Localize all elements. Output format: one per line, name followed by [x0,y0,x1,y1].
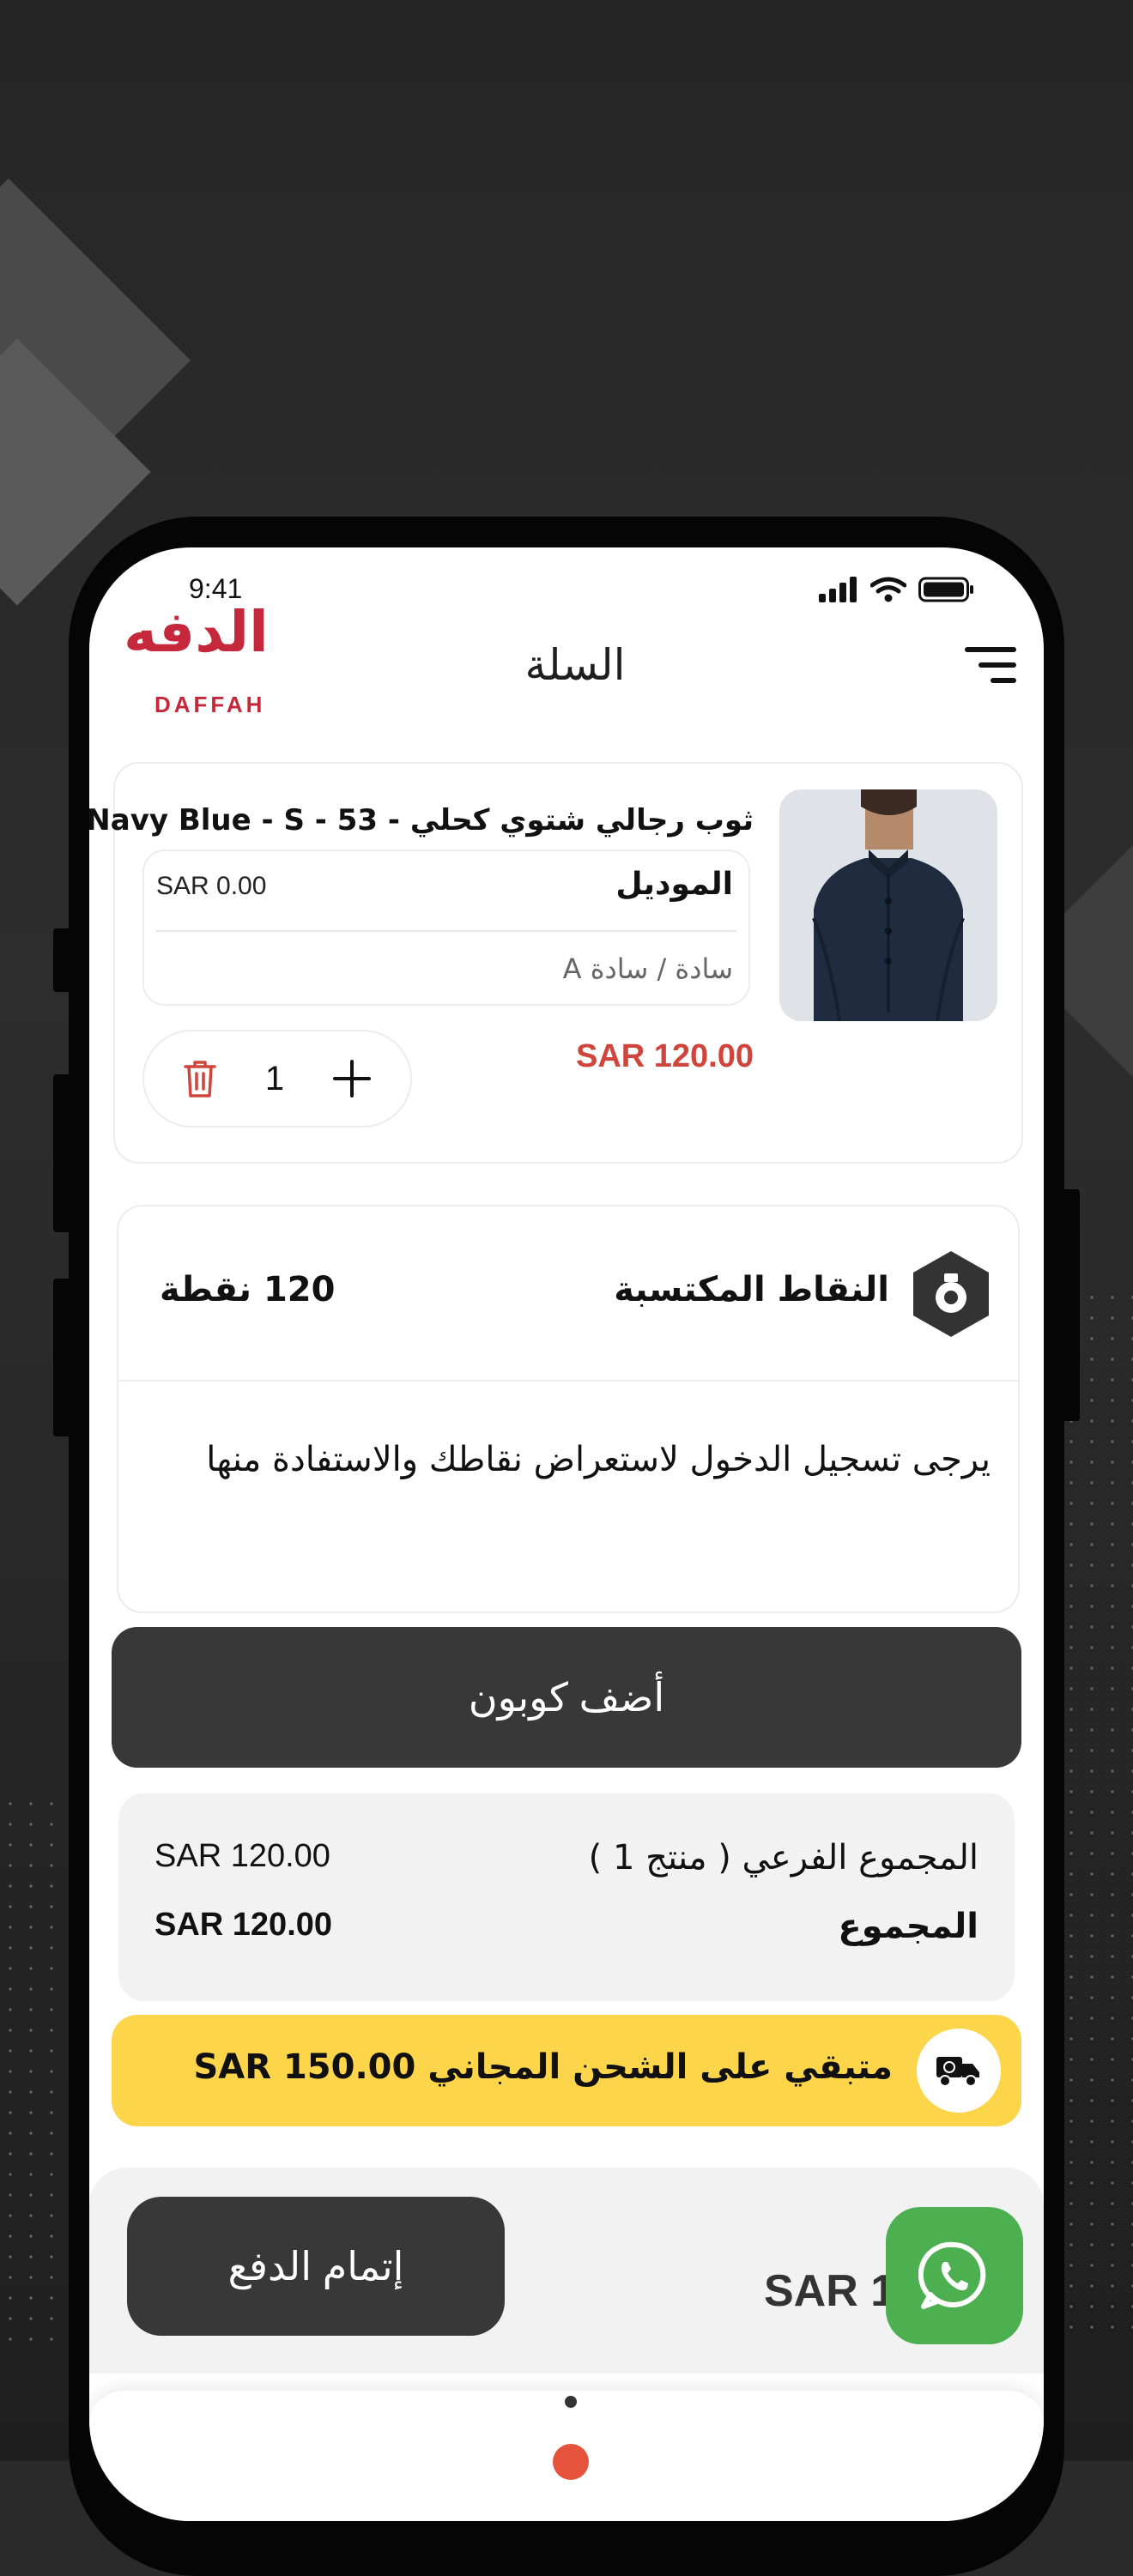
variant-label: الموديل [615,867,733,902]
subtotal-row: المجموع الفرعي ( منتج 1 ) SAR 120.00 [154,1838,978,1878]
free-shipping-text: متبقي على الشحن المجاني SAR 150.00 [193,2047,893,2087]
variant-value: سادة / سادة A [562,952,733,985]
points-title: النقاط المكتسبة [614,1270,889,1309]
thobe-figure-icon [779,789,997,1021]
free-shipping-banner: متبقي على الشحن المجاني SAR 150.00 [112,2015,1021,2126]
checkout-button[interactable]: إتمام الدفع [127,2197,505,2336]
subtotal-value: SAR 120.00 [154,1838,330,1874]
points-card: النقاط المكتسبة 120 نقطة يرجى تسجيل الدخ… [117,1205,1020,1613]
plus-icon[interactable] [331,1058,373,1099]
bg-dots-left [0,1793,69,2343]
battery-icon [918,577,973,602]
quantity-stepper: 1 [142,1030,412,1128]
page-title: السلة [524,640,626,690]
totals-summary: المجموع الفرعي ( منتج 1 ) SAR 120.00 الم… [118,1793,1015,2001]
variant-divider [156,930,736,932]
points-login-note[interactable]: يرجى تسجيل الدخول لاستعراض نقاطك والاستف… [153,1431,991,1488]
variant-box: الموديل SAR 0.00 سادة / سادة A [142,850,750,1006]
product-image[interactable] [779,789,997,1021]
wifi-icon [870,577,906,602]
trash-icon[interactable] [182,1058,218,1099]
shipping-truck-badge [917,2029,1001,2113]
phone-screen: 9:41 الدفه DAFFAH السلة ثوب رجالي شتوي ك… [89,547,1044,2521]
signal-icon [819,577,857,602]
truck-icon [936,2057,979,2087]
cart-count-badge [553,2444,589,2480]
points-divider [118,1380,1018,1382]
total-row: المجموع SAR 120.00 [154,1907,978,1946]
product-name[interactable]: ثوب رجالي شتوي كحلي - 53 - Navy Blue - S [89,803,754,838]
checkout-total: SAR 1 [764,2266,896,2316]
nav-active-indicator [565,2396,577,2408]
total-label: المجموع [838,1907,978,1946]
whatsapp-icon [918,2241,986,2309]
points-badge-icon [913,1251,989,1337]
bg-dots-right [1061,1287,1133,2343]
variant-price: SAR 0.00 [156,872,267,900]
product-price: SAR 120.00 [575,1038,754,1074]
points-value: 120 نقطة [160,1270,336,1309]
add-coupon-button[interactable]: أضف كوبون [112,1627,1021,1768]
total-value: SAR 120.00 [154,1907,333,1943]
whatsapp-button[interactable] [886,2207,1023,2344]
status-icons [819,577,975,602]
cart-item-card: ثوب رجالي شتوي كحلي - 53 - Navy Blue - S… [89,762,1023,1164]
logo-latin: DAFFAH [154,692,266,717]
menu-lines-icon[interactable] [965,644,1016,686]
subtotal-label: المجموع الفرعي ( منتج 1 ) [588,1838,978,1878]
quantity-value: 1 [264,1059,285,1098]
